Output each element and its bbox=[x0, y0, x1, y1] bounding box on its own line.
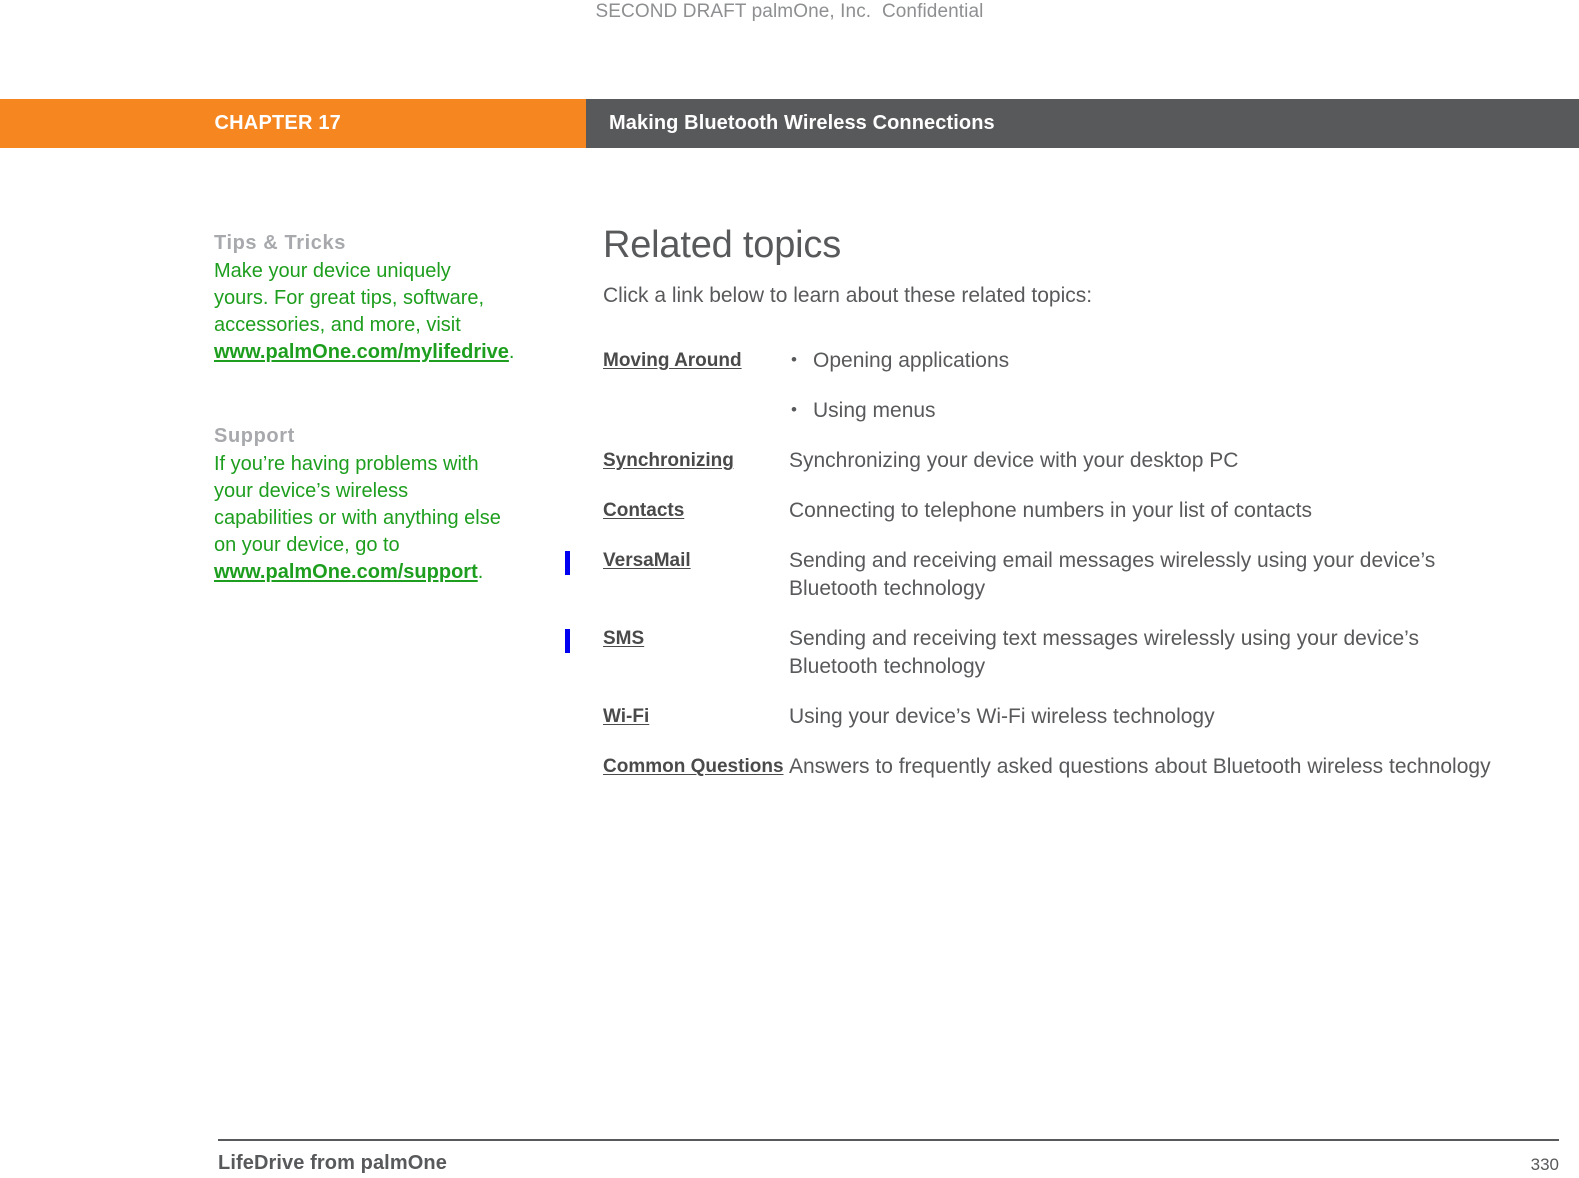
topic-link-cell: Wi-Fi bbox=[603, 703, 789, 730]
sidebar-text-support-before: If you’re having problems with your devi… bbox=[214, 453, 501, 556]
topic-description-cell: Answers to frequently asked questions ab… bbox=[789, 755, 1491, 778]
topic-link-synchronizing[interactable]: Synchronizing bbox=[603, 450, 734, 471]
topic-link-sms[interactable]: SMS bbox=[603, 628, 644, 649]
list-item: Opening applications bbox=[789, 346, 1503, 375]
table-row: Synchronizing Synchronizing your device … bbox=[603, 447, 1503, 475]
topic-description-cell: Connecting to telephone numbers in your … bbox=[789, 499, 1312, 522]
sidebar-heading-support: Support bbox=[214, 425, 295, 447]
topic-link-common-questions[interactable]: Common Questions bbox=[603, 756, 784, 777]
table-row: Common Questions Answers to frequently a… bbox=[603, 753, 1503, 781]
sidebar: Tips & Tricks Make your device uniquely … bbox=[214, 230, 514, 586]
intro-paragraph: Click a link below to learn about these … bbox=[603, 284, 1093, 307]
table-row: VersaMail Sending and receiving email me… bbox=[565, 547, 1503, 603]
topic-link-cell: Moving Around bbox=[603, 347, 789, 374]
footer-page-number: 330 bbox=[1530, 1155, 1559, 1174]
topic-link-cell: SMS bbox=[603, 625, 789, 652]
topic-link-cell: Synchronizing bbox=[603, 447, 789, 474]
chapter-number-band: CHAPTER 17 bbox=[0, 99, 586, 148]
main-content: Related topics Click a link below to lea… bbox=[603, 222, 1503, 310]
sidebar-link-mylifedrive[interactable]: www.palmOne.com/mylifedrive bbox=[214, 341, 509, 363]
sidebar-text-tips-after: . bbox=[508, 341, 515, 363]
topic-link-cell: VersaMail bbox=[603, 547, 789, 574]
topic-description-cell: Sending and receiving email messages wir… bbox=[789, 549, 1436, 600]
sidebar-heading-tips-and-tricks: Tips & Tricks bbox=[214, 232, 346, 254]
sidebar-body-support: If you’re having problems with your devi… bbox=[214, 451, 504, 586]
sidebar-block-support: Support If you’re having problems with y… bbox=[214, 423, 504, 586]
topic-description-cell: Opening applications Using menus bbox=[789, 346, 1503, 425]
topic-description-cell: Sending and receiving text messages wire… bbox=[789, 627, 1419, 678]
topic-bullet-list: Opening applications Using menus bbox=[789, 346, 1503, 425]
topic-description-cell: Using your device’s Wi-Fi wireless techn… bbox=[789, 705, 1215, 728]
table-row: Moving Around Opening applications Using… bbox=[603, 346, 1503, 425]
topic-link-cell: Contacts bbox=[603, 497, 789, 524]
page-title: Related topics bbox=[603, 224, 842, 266]
sidebar-block-tips-and-tricks: Tips & Tricks Make your device uniquely … bbox=[214, 230, 514, 366]
chapter-title-band: Making Bluetooth Wireless Connections bbox=[586, 99, 1579, 148]
sidebar-text-support-after: . bbox=[477, 561, 484, 583]
change-bar-marker bbox=[565, 551, 570, 575]
footer-product-name: LifeDrive from palmOne bbox=[218, 1152, 447, 1174]
topic-link-cell: Common Questions bbox=[603, 753, 789, 780]
sidebar-body-tips-and-tricks: Make your device uniquely yours. For gre… bbox=[214, 258, 514, 366]
table-row: Contacts Connecting to telephone numbers… bbox=[603, 497, 1503, 525]
draft-confidential-notice: SECOND DRAFT palmOne, Inc. Confidential bbox=[595, 1, 984, 22]
chapter-title-label: Making Bluetooth Wireless Connections bbox=[609, 112, 995, 134]
footer-divider bbox=[218, 1139, 1559, 1141]
sidebar-text-tips-before: Make your device uniquely yours. For gre… bbox=[214, 260, 485, 336]
topic-link-moving-around[interactable]: Moving Around bbox=[603, 350, 742, 371]
topic-link-versamail[interactable]: VersaMail bbox=[603, 550, 691, 571]
chapter-number-label: CHAPTER 17 bbox=[214, 112, 341, 134]
topic-link-contacts[interactable]: Contacts bbox=[603, 500, 684, 521]
table-row: SMS Sending and receiving text messages … bbox=[565, 625, 1503, 681]
topic-link-wi-fi[interactable]: Wi-Fi bbox=[603, 706, 649, 727]
chapter-header-bar: CHAPTER 17 Making Bluetooth Wireless Con… bbox=[0, 99, 1579, 148]
list-item: Using menus bbox=[789, 396, 1503, 425]
related-topics-table: Moving Around Opening applications Using… bbox=[565, 346, 1503, 803]
table-row: Wi-Fi Using your device’s Wi-Fi wireless… bbox=[603, 703, 1503, 731]
topic-description-cell: Synchronizing your device with your desk… bbox=[789, 449, 1239, 472]
sidebar-link-support[interactable]: www.palmOne.com/support bbox=[214, 561, 478, 583]
change-bar-marker bbox=[565, 629, 570, 653]
